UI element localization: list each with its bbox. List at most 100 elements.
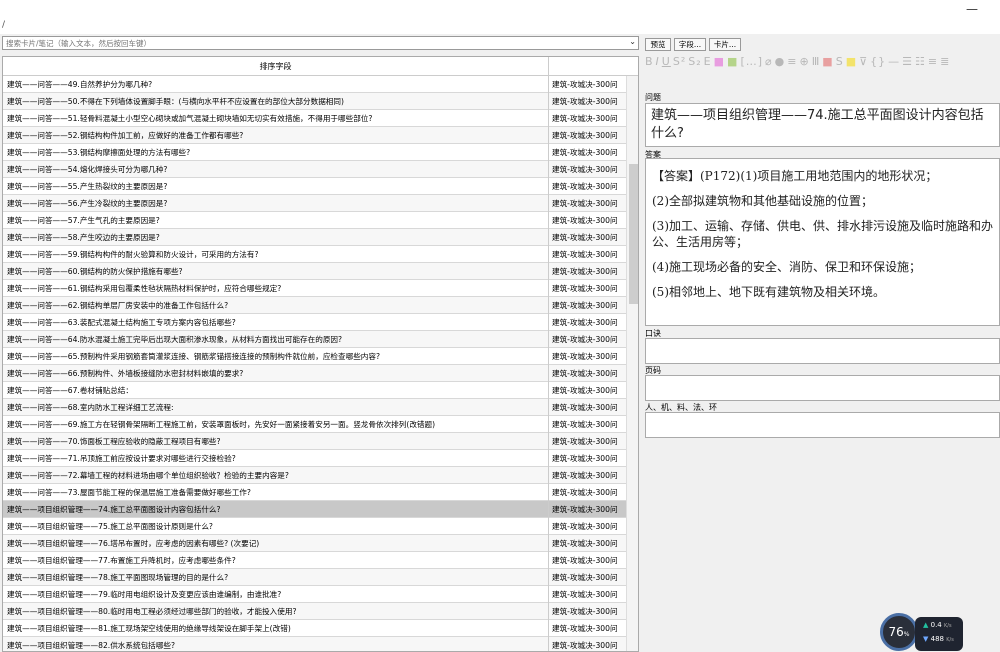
row-sort-field: 建筑——项目组织管理——82.供水系统包括哪些?: [7, 641, 175, 650]
row-sort-field: 建筑——项目组织管理——77.布置施工升降机时，应考虑哪些条件?: [7, 556, 236, 565]
italic-icon[interactable]: I: [656, 56, 660, 68]
underline-icon[interactable]: U: [662, 56, 671, 68]
minimize-button[interactable]: —: [966, 2, 978, 16]
bold-icon[interactable]: B: [645, 56, 654, 68]
eraser-icon[interactable]: E: [704, 56, 712, 68]
row-deck: 建筑-攻城决-300问: [548, 297, 626, 314]
mnemonic-field[interactable]: [645, 338, 1000, 364]
table-row[interactable]: 建筑——问答——67.卷材铺贴总结： 建筑-攻城决-300问: [3, 382, 626, 399]
answer-line: (2)全部拟建筑物和其他基础设施的位置；: [652, 194, 873, 208]
scrollbar-thumb[interactable]: [629, 164, 638, 304]
table-row[interactable]: 建筑——项目组织管理——81.施工现场架空线使用的绝缘导线架设在脚手架上(改错)…: [3, 620, 626, 637]
strike-icon[interactable]: S: [836, 56, 844, 68]
chevron-down-icon[interactable]: ⌄: [629, 37, 636, 46]
row-sort-field: 建筑——问答——68.室内防水工程详细工艺流程:: [7, 403, 174, 412]
fields-button[interactable]: 字段...: [674, 38, 706, 51]
code-icon[interactable]: ⊕: [799, 56, 809, 68]
table-row[interactable]: 建筑——问答——49.自然养护分为哪几种? 建筑-攻城决-300问: [3, 76, 626, 93]
upload-unit: K/s: [944, 623, 952, 629]
table-row[interactable]: 建筑——问答——71.吊顶施工前应按设计要求对哪些进行交接检验? 建筑-攻城决-3…: [3, 450, 626, 467]
row-deck: 建筑-攻城决-300问: [548, 552, 626, 569]
sort-field-header[interactable]: 排序字段: [3, 57, 548, 76]
table-row[interactable]: 建筑——问答——61.钢结构采用包覆柔性毡状隔热材料保护时，应符合哪些规定? 建筑…: [3, 280, 626, 297]
record-icon[interactable]: ●: [775, 56, 786, 68]
table-row[interactable]: 建筑——问答——55.产生热裂纹的主要原因是? 建筑-攻城决-300问: [3, 178, 626, 195]
table-row[interactable]: 建筑——问答——63.装配式混凝土结构施工专项方案内容包括哪些? 建筑-攻城决-3…: [3, 314, 626, 331]
row-sort-field: 建筑——项目组织管理——81.施工现场架空线使用的绝缘导线架设在脚手架上(改错): [7, 624, 291, 633]
cpu-gauge[interactable]: 76%: [880, 613, 918, 651]
answer-text[interactable]: 【答案】(P172)(1)项目施工用地范围内的地形状况； (2)全部拟建筑物和其…: [646, 168, 999, 300]
row-sort-field: 建筑——项目组织管理——80.临时用电工程必须经过哪些部门的验收，才能投入使用?: [7, 607, 297, 616]
table-row[interactable]: 建筑——问答——56.产生冷裂纹的主要原因是? 建筑-攻城决-300问: [3, 195, 626, 212]
factors-field[interactable]: [645, 412, 1000, 438]
table-row[interactable]: 建筑——问答——72.幕墙工程的材料进场由哪个单位组织验收？检验的主要内容是? 建…: [3, 467, 626, 484]
page-field[interactable]: [645, 375, 1000, 401]
row-deck: 建筑-攻城决-300问: [548, 416, 626, 433]
table-row[interactable]: 建筑——问答——60.钢结构的防火保护措施有哪些? 建筑-攻城决-300问: [3, 263, 626, 280]
highlight-icon[interactable]: ■: [727, 56, 738, 68]
table-row[interactable]: 建筑——问答——59.钢结构构件的耐火验算和防火设计，可采用的方法有? 建筑-攻城…: [3, 246, 626, 263]
table-row[interactable]: 建筑——问答——54.熔化焊接头可分为哪几种? 建筑-攻城决-300问: [3, 161, 626, 178]
row-sort-field: 建筑——问答——51.轻骨料混凝土小型空心砌块或加气混凝土砌块墙如无切实有效措施…: [7, 114, 373, 123]
row-deck: 建筑-攻城决-300问: [548, 620, 626, 637]
table-row[interactable]: 建筑——问答——57.产生气孔的主要原因是? 建筑-攻城决-300问: [3, 212, 626, 229]
table-row[interactable]: 建筑——问答——65.预制构件采用钢筋套筒灌浆连接、钢筋浆锚搭接连接的预制构件就…: [3, 348, 626, 365]
table-row[interactable]: 建筑——项目组织管理——77.布置施工升降机时，应考虑哪些条件? 建筑-攻城决-3…: [3, 552, 626, 569]
table-row[interactable]: 建筑——项目组织管理——79.临时用电组织设计及变更应该由谁编制，由谁批准? 建筑…: [3, 586, 626, 603]
math-icon[interactable]: ≡: [787, 56, 797, 68]
table-row[interactable]: 建筑——问答——69.施工方在轻钢骨架隔断工程施工前，安装罩面板时，先安好一面紧…: [3, 416, 626, 433]
deck-header[interactable]: [548, 57, 626, 76]
text-color-icon[interactable]: ■: [714, 56, 725, 68]
question-text[interactable]: 建筑——项目组织管理——74.施工总平面图设计内容包括什么?: [646, 104, 999, 146]
table-row[interactable]: 建筑——问答——58.产生咬边的主要原因是? 建筑-攻城决-300问: [3, 229, 626, 246]
question-field[interactable]: 建筑——项目组织管理——74.施工总平面图设计内容包括什么?: [645, 103, 1000, 147]
table-row[interactable]: 建筑——项目组织管理——74.施工总平面图设计内容包括什么? 建筑-攻城决-300…: [3, 501, 626, 518]
row-deck: 建筑-攻城决-300问: [548, 569, 626, 586]
table-row[interactable]: 建筑——项目组织管理——80.临时用电工程必须经过哪些部门的验收，才能投入使用?…: [3, 603, 626, 620]
table-row[interactable]: 建筑——问答——53.钢结构摩擦面处理的方法有哪些? 建筑-攻城决-300问: [3, 144, 626, 161]
row-deck: 建筑-攻城决-300问: [548, 467, 626, 484]
preview-button[interactable]: 预览: [645, 38, 671, 51]
subscript-icon[interactable]: S₂: [688, 56, 701, 68]
more-icon[interactable]: ⊽: [859, 56, 868, 68]
search-bar[interactable]: ⌄: [2, 36, 639, 50]
table-row[interactable]: 建筑——问答——70.饰面板工程应验收的隐蔽工程项目有哪些? 建筑-攻城决-300…: [3, 433, 626, 450]
align-icon[interactable]: ≡: [928, 56, 938, 68]
table-row[interactable]: 建筑——项目组织管理——75.施工总平面图设计原则是什么? 建筑-攻城决-300问: [3, 518, 626, 535]
table-row[interactable]: 建筑——项目组织管理——78.施工平面图现场管理的目的是什么? 建筑-攻城决-30…: [3, 569, 626, 586]
table-row[interactable]: 建筑——项目组织管理——76.塔吊布置时，应考虑的因素有哪些? (次要记) 建筑-…: [3, 535, 626, 552]
row-sort-field: 建筑——问答——58.产生咬边的主要原因是?: [7, 233, 160, 242]
cards-button[interactable]: 卡片...: [709, 38, 741, 51]
answer-field[interactable]: 【答案】(P172)(1)项目施工用地范围内的地形状况； (2)全部拟建筑物和其…: [645, 158, 1000, 326]
cloze-icon[interactable]: […]: [740, 56, 763, 68]
align-left-icon[interactable]: ☰: [902, 56, 913, 68]
format-toolbar: B I U S² S₂ E ■ ■ […] ⌀ ● ≡ ⊕ Ⅲ ■ S ■ ⊽{} — ☰ ☷ ≡ ≣: [645, 56, 1000, 82]
indent-icon[interactable]: ≣: [940, 56, 950, 68]
ordered-list-icon[interactable]: ☷: [915, 56, 926, 68]
row-deck: 建筑-攻城决-300问: [548, 399, 626, 416]
table-row[interactable]: 建筑——问答——50.不得在下列墙体设置脚手眼：(与横向水平杆不应设置在的部位大…: [3, 93, 626, 110]
row-deck: 建筑-攻城决-300问: [548, 433, 626, 450]
marker-icon[interactable]: ■: [846, 56, 857, 68]
table-row[interactable]: 建筑——问答——62.钢结构单层厂房安装中的准备工作包括什么? 建筑-攻城决-30…: [3, 297, 626, 314]
table-row[interactable]: 建筑——问答——66.预制构件、外墙板接缝防水密封材料嵌填的要求? 建筑-攻城决-…: [3, 365, 626, 382]
attach-icon[interactable]: ⌀: [765, 56, 773, 68]
table-row[interactable]: 建筑——问答——51.轻骨料混凝土小型空心砌块或加气混凝土砌块墙如无切实有效措施…: [3, 110, 626, 127]
table-row[interactable]: 建筑——项目组织管理——82.供水系统包括哪些? 建筑-攻城决-300问: [3, 637, 626, 651]
list-icon[interactable]: Ⅲ: [812, 56, 821, 68]
row-sort-field: 建筑——问答——65.预制构件采用钢筋套筒灌浆连接、钢筋浆锚搭接连接的预制构件就…: [7, 352, 381, 361]
table-row[interactable]: 建筑——问答——68.室内防水工程详细工艺流程: 建筑-攻城决-300问: [3, 399, 626, 416]
table-row[interactable]: 建筑——问答——64.防水混凝土施工完毕后出现大面积渗水现象，从材料方面找出可能…: [3, 331, 626, 348]
style-icon[interactable]: ■: [822, 56, 833, 68]
table-row[interactable]: 建筑——问答——73.屋面节能工程的保温层施工准备需要做好哪些工作? 建筑-攻城决…: [3, 484, 626, 501]
row-deck: 建筑-攻城决-300问: [548, 450, 626, 467]
row-deck: 建筑-攻城决-300问: [548, 263, 626, 280]
search-input[interactable]: [3, 37, 623, 49]
row-deck: 建筑-攻城决-300问: [548, 518, 626, 535]
table-row[interactable]: 建筑——问答——52.钢结构构件加工前，应做好的准备工作都有哪些? 建筑-攻城决-…: [3, 127, 626, 144]
hr-icon[interactable]: —: [888, 56, 900, 68]
brackets-icon[interactable]: {}: [870, 56, 886, 68]
superscript-icon[interactable]: S²: [673, 56, 686, 68]
table-scrollbar[interactable]: [626, 76, 638, 651]
row-sort-field: 建筑——项目组织管理——79.临时用电组织设计及变更应该由谁编制，由谁批准?: [7, 590, 282, 599]
